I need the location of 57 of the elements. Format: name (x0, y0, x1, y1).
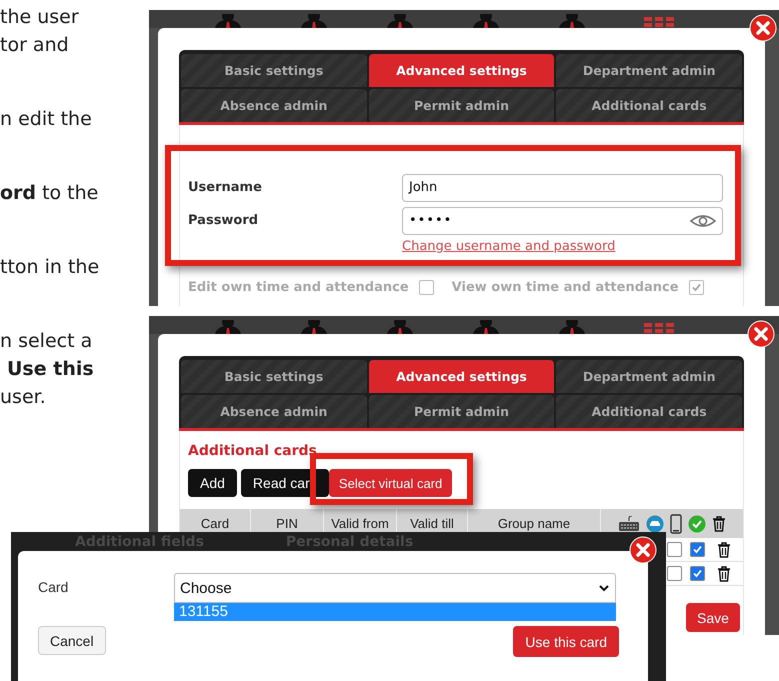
password-field[interactable]: ••••• (402, 206, 723, 234)
permission-label: Edit own time and attendance (188, 280, 409, 295)
checkbox[interactable] (667, 566, 682, 581)
tab[interactable]: Additional cards (556, 89, 742, 122)
checkmark-icon (692, 568, 703, 579)
toolbar-button[interactable]: Add (188, 469, 237, 497)
checkbox[interactable] (418, 280, 434, 295)
checkbox[interactable] (690, 566, 705, 581)
instruction-text: user. (0, 385, 47, 410)
check-circle-icon (688, 514, 706, 532)
instruction-text: tor and (0, 33, 70, 58)
checkmark-icon (692, 544, 703, 555)
field-label: Card (38, 579, 70, 595)
save-button[interactable]: Save (686, 603, 740, 632)
field-label: Password (188, 213, 260, 228)
eye-icon[interactable] (690, 214, 716, 228)
tab[interactable]: Department admin (556, 54, 742, 87)
permission-label: View own time and attendance (452, 280, 679, 295)
dropdown-option[interactable]: 131155 (174, 603, 616, 621)
keyboard-icon (618, 516, 640, 532)
car-icon (646, 514, 664, 532)
instruction-text: n edit the (0, 107, 93, 132)
tab[interactable]: Permit admin (368, 395, 554, 428)
close-icon[interactable] (747, 320, 775, 348)
toolbar-button[interactable]: Read car (240, 469, 329, 497)
instruction-text: Use this (6, 357, 95, 382)
checkmark-icon (690, 282, 702, 293)
card-select[interactable]: Choose (174, 573, 616, 603)
instruction-text: tton in the (0, 255, 100, 280)
tab[interactable]: Permit admin (368, 89, 554, 122)
tab[interactable]: Department admin (556, 360, 742, 393)
checkbox[interactable] (690, 542, 705, 557)
instruction-text: ord to the (0, 181, 100, 206)
tab[interactable]: Advanced settings (368, 360, 554, 393)
close-icon[interactable] (749, 14, 777, 42)
tab[interactable]: Absence admin (181, 395, 367, 428)
tab[interactable]: Basic settings (181, 360, 367, 393)
change-credentials-link[interactable]: Change username and password (402, 239, 735, 254)
instruction-text: n select a (0, 329, 94, 354)
tab[interactable]: Advanced settings (368, 54, 554, 87)
checkbox[interactable] (667, 542, 682, 557)
close-icon[interactable] (629, 536, 657, 564)
toolbar-button[interactable]: Select virtual card (328, 469, 452, 497)
checkbox[interactable] (688, 280, 704, 295)
tab[interactable]: Additional cards (556, 395, 742, 428)
phone-icon (670, 514, 682, 534)
field-label: Username (188, 180, 263, 195)
input-field[interactable]: John (402, 174, 723, 202)
use-card-button[interactable]: Use this card (513, 626, 619, 657)
chevron-down-icon (599, 584, 609, 592)
tab[interactable]: Basic settings (181, 54, 367, 87)
instruction-text: the user (0, 5, 80, 30)
trash-icon[interactable] (717, 566, 731, 582)
trash-icon[interactable] (717, 542, 731, 558)
cancel-button[interactable]: Cancel (38, 626, 106, 655)
trash-icon[interactable] (712, 516, 726, 532)
tab[interactable]: Absence admin (181, 89, 367, 122)
